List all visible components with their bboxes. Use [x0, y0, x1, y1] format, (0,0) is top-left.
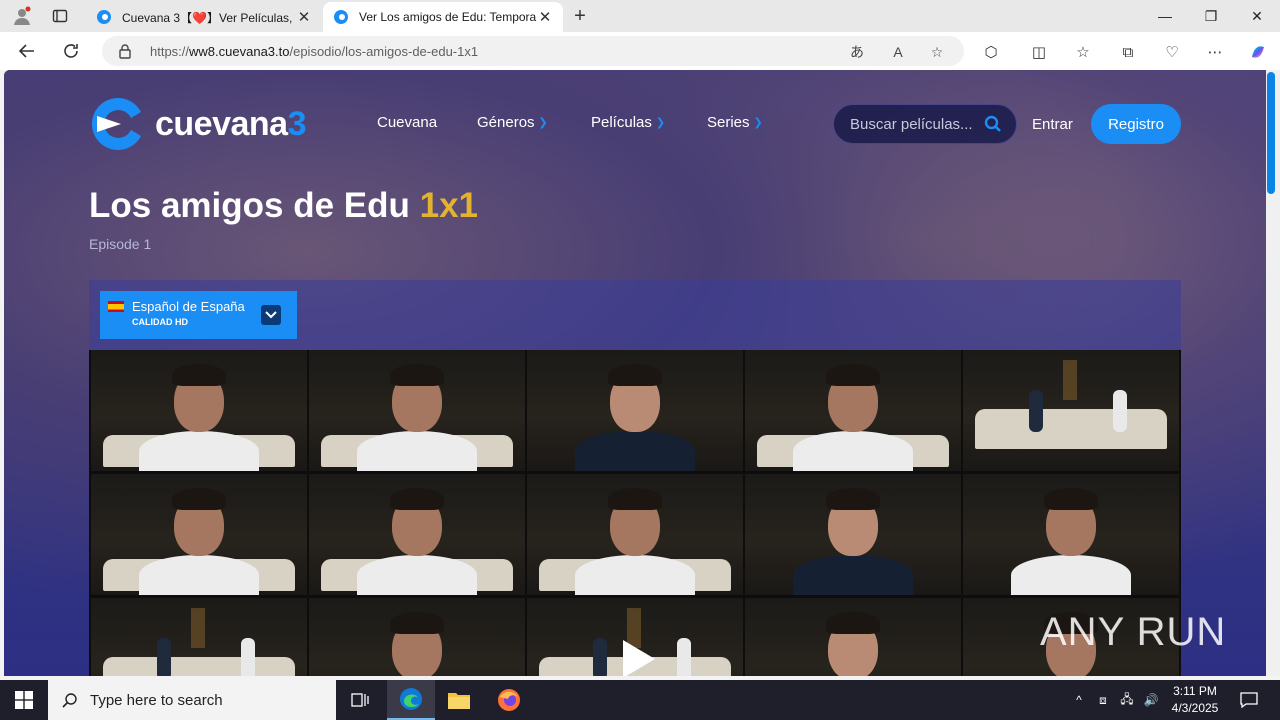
close-tab-icon[interactable]: ✕ — [537, 8, 553, 26]
register-button[interactable]: Registro — [1091, 104, 1181, 144]
back-arrow-icon — [18, 44, 34, 58]
favorite-star-icon[interactable]: ☆ — [928, 43, 946, 61]
spain-flag-icon — [108, 301, 124, 312]
taskbar-search-box[interactable]: Type here to search — [48, 680, 336, 720]
video-thumbnail — [527, 350, 743, 471]
volume-icon[interactable]: 🔊 — [1140, 680, 1162, 720]
copilot-icon[interactable] — [1247, 41, 1269, 63]
profile-icon[interactable] — [8, 4, 36, 28]
task-view-icon[interactable] — [336, 680, 384, 720]
file-explorer-icon[interactable] — [435, 680, 483, 720]
video-thumbnail — [309, 598, 525, 676]
quality-label: CALIDAD HD — [132, 317, 188, 327]
language-label: Español de España — [132, 299, 245, 314]
close-tab-icon[interactable]: ✕ — [296, 8, 312, 26]
close-window-button[interactable]: ✕ — [1234, 0, 1280, 32]
read-aloud-icon[interactable]: A — [889, 43, 907, 61]
search-input[interactable] — [850, 115, 980, 133]
page-viewport: cuevana3 Cuevana Géneros ❯ Películas ❯ Ser… — [4, 70, 1266, 676]
translate-icon[interactable]: あ — [848, 43, 866, 61]
scrollbar-thumb[interactable] — [1267, 72, 1275, 194]
video-thumbnail — [745, 474, 961, 595]
lock-icon[interactable] — [118, 43, 132, 59]
windows-taskbar: Type here to search ^ ⧈ 🖧 🔊 3:11 PM 4/3/… — [0, 680, 1280, 720]
episode-title: Los amigos de Edu 1x1 — [89, 186, 479, 225]
more-menu-icon[interactable]: ⋯ — [1204, 41, 1226, 63]
new-tab-button[interactable]: + — [568, 4, 592, 28]
taskbar-clock[interactable]: 3:11 PM 4/3/2025 — [1160, 683, 1230, 717]
play-button-icon[interactable] — [623, 640, 655, 676]
extensions-icon[interactable]: ⬡ — [980, 41, 1002, 63]
refresh-icon — [64, 44, 78, 58]
tab-title: Cuevana 3【❤️】Ver Películas, ver — [122, 10, 296, 25]
cuevana-logo-icon — [91, 98, 141, 150]
firefox-icon[interactable] — [485, 680, 533, 720]
video-thumbnail — [527, 474, 743, 595]
cuevana-favicon-icon — [334, 10, 348, 24]
taskbar-search-placeholder: Type here to search — [90, 691, 223, 709]
address-bar[interactable]: https://ww8.cuevana3.to/episodio/los-ami… — [102, 36, 964, 66]
start-button[interactable] — [0, 680, 48, 720]
clock-date: 4/3/2025 — [1171, 701, 1219, 715]
video-thumbnail — [309, 350, 525, 471]
tab-cuevana-home[interactable]: Cuevana 3【❤️】Ver Películas, ver ✕ — [86, 2, 322, 32]
cuevana-favicon-icon — [97, 10, 111, 24]
video-thumbnail — [91, 598, 307, 676]
video-thumbnail — [91, 474, 307, 595]
nav-peliculas[interactable]: Películas ❯ — [591, 114, 665, 131]
tab-title: Ver Los amigos de Edu: Tempora — [359, 10, 537, 24]
tab-episode[interactable]: Ver Los amigos de Edu: Tempora ✕ — [323, 2, 563, 32]
minimize-button[interactable]: — — [1142, 0, 1188, 32]
video-thumbnail — [309, 474, 525, 595]
video-thumbnail — [745, 598, 961, 676]
site-search — [833, 104, 1017, 144]
notifications-icon[interactable] — [1234, 680, 1264, 720]
url-text: https://ww8.cuevana3.to/episodio/los-ami… — [150, 43, 479, 59]
video-thumbnail — [963, 474, 1179, 595]
restore-button[interactable]: ❐ — [1188, 0, 1234, 32]
browser-essentials-icon[interactable]: ♡ — [1161, 41, 1183, 63]
windows-logo-icon — [15, 691, 33, 709]
clock-time: 3:11 PM — [1173, 684, 1217, 698]
chevron-down-icon: ❯ — [655, 117, 666, 129]
edge-taskbar-icon[interactable] — [387, 680, 435, 720]
video-thumbnail — [745, 350, 961, 471]
network-device-icon[interactable]: ⧈ — [1092, 680, 1114, 720]
favorites-icon[interactable]: ☆ — [1072, 41, 1094, 63]
search-icon[interactable] — [984, 115, 1002, 133]
collections-icon[interactable]: ⧉ — [1117, 41, 1139, 63]
video-thumbnail — [91, 350, 307, 471]
anyrun-watermark: ANY RUN — [1040, 610, 1227, 654]
chevron-down-icon: ❯ — [753, 117, 763, 129]
refresh-button[interactable] — [56, 37, 86, 65]
language-selector[interactable]: Español de España CALIDAD HD — [100, 291, 297, 339]
login-link[interactable]: Entrar — [1032, 116, 1073, 133]
browser-tab-bar: Cuevana 3【❤️】Ver Películas, ver ✕ Ver Lo… — [0, 0, 1280, 32]
nav-series[interactable]: Series ❯ — [707, 114, 763, 131]
tray-chevron-up-icon[interactable]: ^ — [1068, 680, 1090, 720]
split-screen-icon[interactable]: ◫ — [1028, 41, 1050, 63]
network-icon[interactable]: 🖧 — [1116, 680, 1138, 720]
episode-subtitle: Episode 1 — [89, 236, 152, 252]
video-thumbnail — [963, 350, 1179, 471]
nav-generos[interactable]: Géneros ❯ — [477, 114, 548, 131]
tab-actions-icon[interactable] — [46, 4, 74, 28]
logo-wordmark: cuevana3 — [155, 104, 307, 143]
chevron-down-icon: ❯ — [538, 117, 548, 129]
address-toolbar: https://ww8.cuevana3.to/episodio/los-ami… — [0, 32, 1280, 70]
search-icon — [62, 693, 77, 708]
site-logo[interactable]: cuevana3 — [89, 93, 307, 155]
video-player[interactable] — [89, 350, 1181, 676]
nav-cuevana[interactable]: Cuevana — [377, 114, 437, 131]
back-button[interactable] — [12, 37, 42, 65]
chevron-down-icon[interactable] — [261, 305, 281, 325]
